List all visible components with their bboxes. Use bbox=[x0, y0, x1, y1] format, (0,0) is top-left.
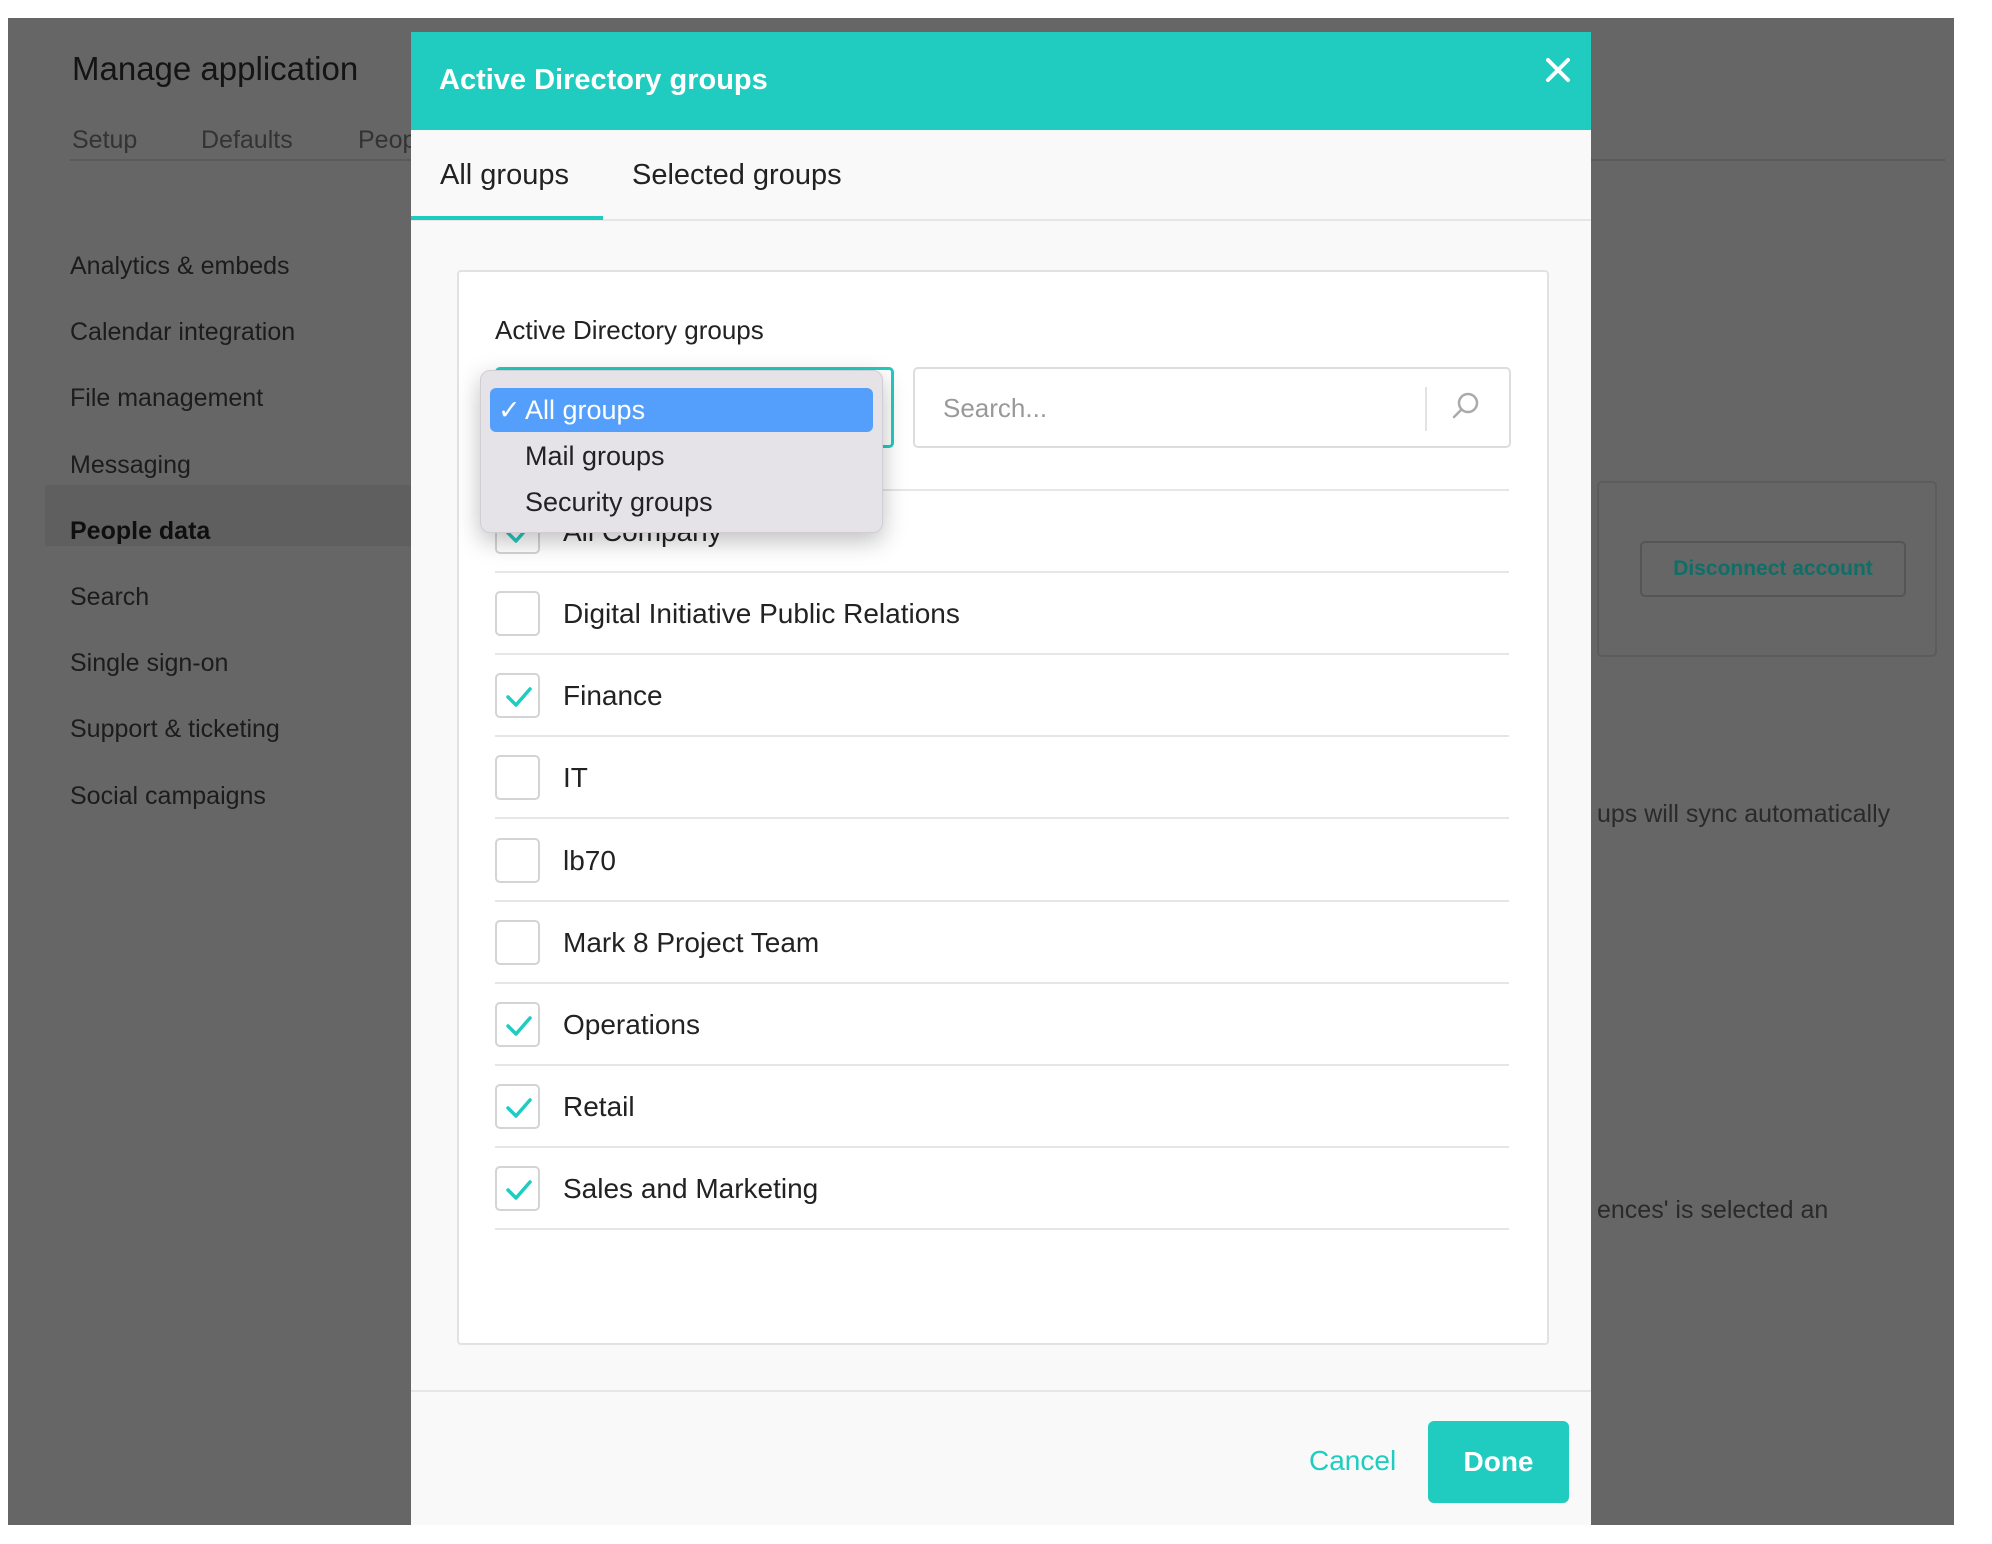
group-type-dropdown-menu: ✓ All groups Mail groups Security groups bbox=[480, 370, 883, 533]
group-checkbox[interactable] bbox=[495, 1083, 540, 1129]
group-checkbox[interactable] bbox=[495, 1001, 540, 1047]
sidebar-item[interactable]: File management bbox=[70, 384, 263, 413]
disconnect-account-button[interactable]: Disconnect account bbox=[1640, 541, 1906, 597]
group-row[interactable]: Finance bbox=[495, 655, 1509, 738]
group-label: lb70 bbox=[563, 844, 616, 876]
group-row[interactable]: Mark 8 Project Team bbox=[495, 902, 1509, 984]
group-checkbox[interactable] bbox=[495, 919, 540, 965]
checkmark-icon: ✓ bbox=[498, 395, 521, 425]
group-label: IT bbox=[563, 762, 588, 794]
modal-header: Active Directory groups bbox=[411, 32, 1591, 130]
group-row[interactable]: Operations bbox=[495, 984, 1509, 1066]
card-label: Active Directory groups bbox=[495, 315, 764, 345]
sidebar-item[interactable]: Social campaigns bbox=[70, 782, 266, 811]
sidebar-item[interactable]: Analytics & embeds bbox=[70, 252, 290, 281]
tab-defaults[interactable]: Defaults bbox=[201, 126, 293, 155]
group-label: Retail bbox=[563, 1090, 635, 1122]
group-checkbox[interactable] bbox=[495, 837, 540, 883]
sync-text: ups will sync automatically bbox=[1597, 800, 1891, 828]
sidebar-item[interactable]: Messaging bbox=[70, 451, 191, 480]
cancel-button[interactable]: Cancel bbox=[1309, 1445, 1396, 1477]
sidebar-item[interactable]: Support & ticketing bbox=[70, 715, 280, 744]
dropdown-option[interactable]: ✓ All groups bbox=[490, 388, 873, 432]
sidebar-item[interactable]: People data bbox=[70, 517, 210, 546]
active-tab-indicator bbox=[411, 216, 603, 220]
modal-title: Active Directory groups bbox=[439, 64, 768, 96]
group-checkbox[interactable] bbox=[495, 755, 540, 801]
group-label: Mark 8 Project Team bbox=[563, 926, 820, 958]
group-label: Sales and Marketing bbox=[563, 1172, 819, 1204]
group-row[interactable]: Digital Initiative Public Relations bbox=[495, 573, 1509, 656]
group-checkbox[interactable] bbox=[495, 591, 540, 637]
group-row[interactable]: IT bbox=[495, 737, 1509, 820]
tab-setup[interactable]: Setup bbox=[72, 126, 137, 155]
close-icon[interactable] bbox=[1538, 50, 1578, 90]
tab-all-groups[interactable]: All groups bbox=[440, 159, 569, 192]
footer-divider bbox=[411, 1390, 1591, 1392]
group-row[interactable]: lb70 bbox=[495, 820, 1509, 902]
group-label: Digital Initiative Public Relations bbox=[563, 598, 960, 630]
sidebar-item[interactable]: Calendar integration bbox=[70, 318, 295, 347]
sidebar-item[interactable]: Search bbox=[70, 583, 149, 612]
group-label: Operations bbox=[563, 1008, 700, 1040]
dropdown-option[interactable]: Security groups bbox=[490, 480, 873, 524]
group-checkbox[interactable] bbox=[495, 673, 540, 719]
option-label: Security groups bbox=[525, 487, 713, 517]
group-row[interactable]: Sales and Marketing bbox=[495, 1148, 1509, 1230]
dropdown-option[interactable]: Mail groups bbox=[490, 434, 873, 478]
sidebar-item[interactable]: Single sign-on bbox=[70, 649, 228, 678]
option-label: All groups bbox=[525, 395, 646, 425]
tab-selected-groups[interactable]: Selected groups bbox=[632, 159, 842, 192]
option-label: Mail groups bbox=[525, 441, 665, 471]
group-row[interactable]: Retail bbox=[495, 1066, 1509, 1148]
group-label: Finance bbox=[563, 680, 663, 712]
done-button[interactable]: Done bbox=[1428, 1421, 1569, 1503]
tab-people[interactable]: Peop bbox=[358, 126, 416, 155]
group-checkbox[interactable] bbox=[495, 1165, 540, 1211]
active-directory-groups-modal: Active Directory groups All groups Selec… bbox=[411, 32, 1591, 1525]
audiences-text: ences' is selected an bbox=[1597, 1196, 1829, 1224]
page-title: Manage application bbox=[72, 50, 359, 87]
